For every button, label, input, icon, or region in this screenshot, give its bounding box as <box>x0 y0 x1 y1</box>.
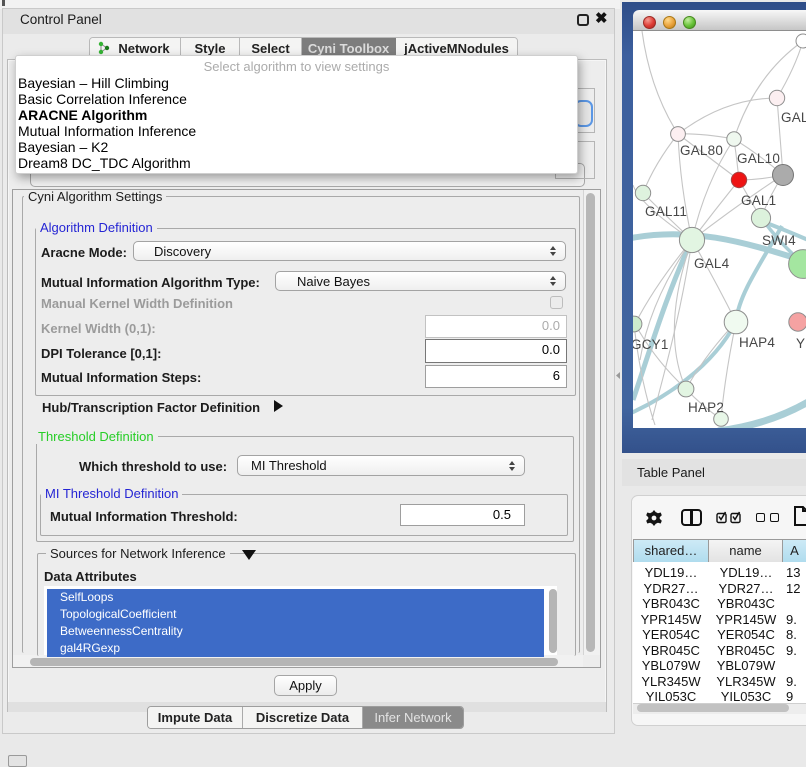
svg-text:GAL10: GAL10 <box>737 151 780 166</box>
svg-text:GAL4: GAL4 <box>694 256 730 271</box>
svg-text:Y: Y <box>796 336 805 351</box>
svg-text:GAL80: GAL80 <box>680 143 723 158</box>
svg-text:HAP4: HAP4 <box>739 335 775 350</box>
svg-text:GAL1: GAL1 <box>741 193 776 208</box>
svg-text:GAL2: GAL2 <box>781 110 806 125</box>
svg-text:HAP2: HAP2 <box>688 400 724 415</box>
svg-text:GCY1: GCY1 <box>633 337 669 352</box>
svg-text:GAL11: GAL11 <box>645 204 687 219</box>
svg-text:SWI4: SWI4 <box>762 233 796 248</box>
